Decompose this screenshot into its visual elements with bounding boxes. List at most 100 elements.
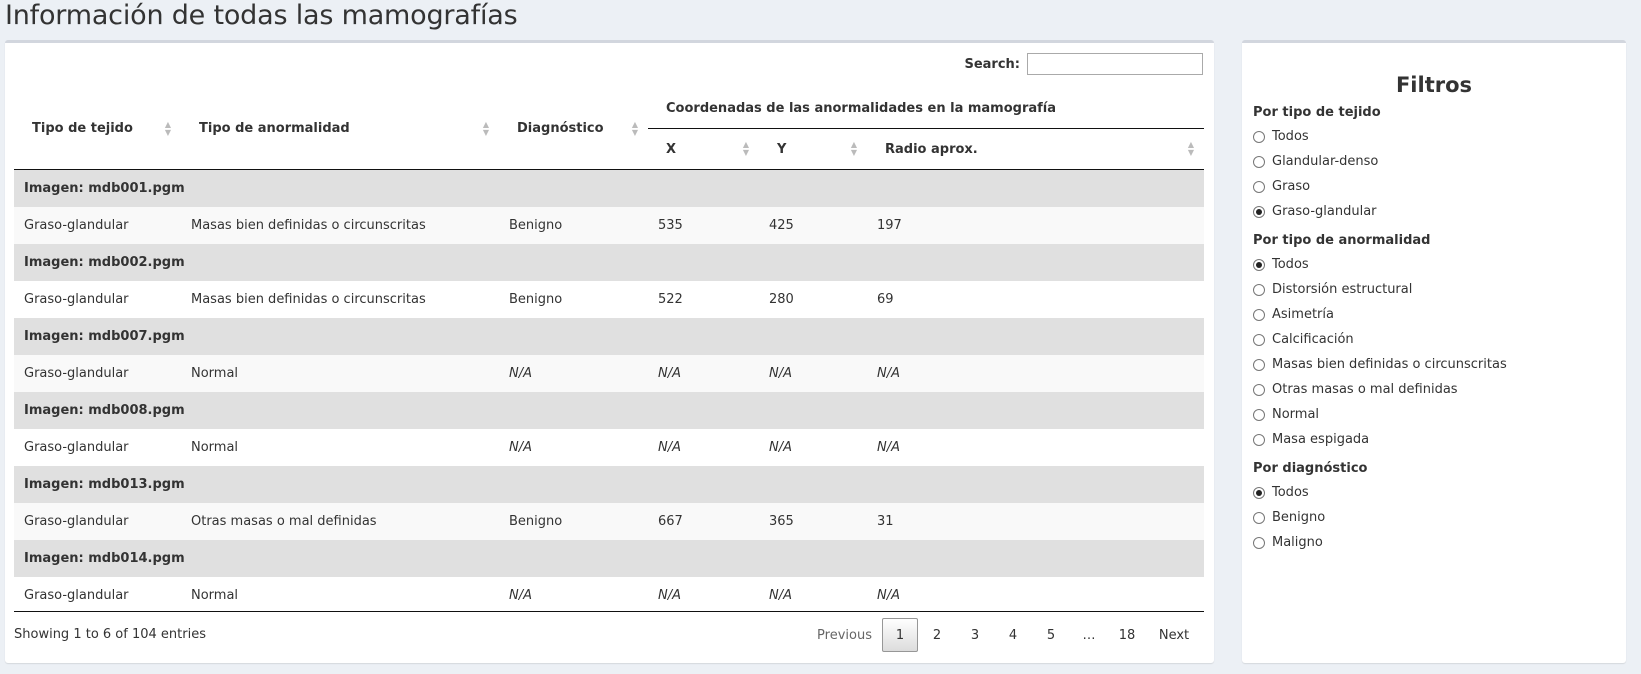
page-button-1[interactable]: 1 [882, 618, 918, 652]
radio-option[interactable]: Maligno [1253, 530, 1626, 555]
radio-option[interactable]: Masa espigada [1253, 427, 1626, 452]
filter-anormalidad-group: Por tipo de anormalidad Todos Distorsión e… [1253, 233, 1626, 452]
cell-x: N/A [648, 355, 759, 392]
cell-tejido: Graso-glandular [14, 429, 181, 466]
table-row[interactable]: Graso-glandular Normal N/A N/A N/A N/A [14, 355, 1204, 392]
cell-x: 522 [648, 281, 759, 318]
cell-diagnostico: N/A [499, 355, 648, 392]
radio-unchecked-icon[interactable] [1253, 358, 1265, 371]
cell-y: 280 [759, 281, 867, 318]
radio-option-label: Glandular-denso [1272, 154, 1379, 169]
table-row[interactable]: Graso-glandular Otras masas o mal definid… [14, 503, 1204, 540]
radio-option[interactable]: Todos [1253, 124, 1626, 149]
cell-radio: 69 [867, 281, 1204, 318]
page-button-2[interactable]: 2 [918, 618, 956, 652]
group-row: Imagen: mdb014.pgm [14, 540, 1204, 577]
page-button-18[interactable]: 18 [1108, 618, 1146, 652]
cell-tejido: Graso-glandular [14, 281, 181, 318]
radio-unchecked-icon[interactable] [1253, 130, 1265, 143]
cell-radio: N/A [867, 355, 1204, 392]
radio-option-label: Otras masas o mal definidas [1272, 382, 1458, 397]
page-button-4[interactable]: 4 [994, 618, 1032, 652]
mammography-table-panel: Search: Tipo de tejido ▲ ▼ Tipo de anorma… [5, 40, 1214, 663]
sort-icon: ▲ ▼ [850, 140, 857, 157]
group-row: Imagen: mdb002.pgm [14, 244, 1204, 281]
radio-option[interactable]: Distorsión estructural [1253, 277, 1626, 302]
group-image-label: Imagen: mdb007.pgm [14, 318, 1204, 355]
radio-unchecked-icon[interactable] [1253, 333, 1265, 346]
column-header-diagnostico[interactable]: Diagnóstico ▲ ▼ [499, 88, 648, 170]
radio-option-label: Benigno [1272, 510, 1326, 525]
radio-option[interactable]: Graso [1253, 174, 1626, 199]
filter-tejido-label: Por tipo de tejido [1253, 105, 1381, 120]
radio-option-label: Masas bien definidas o circunscritas [1272, 357, 1507, 372]
mammography-table: Tipo de tejido ▲ ▼ Tipo de anormalidad ▲ ▼… [14, 88, 1204, 614]
cell-diagnostico: N/A [499, 577, 648, 614]
filter-tejido-group: Por tipo de tejido Todos Glandular-denso Gr… [1253, 105, 1626, 224]
column-header-radio[interactable]: Radio aprox. ▲ ▼ [867, 128, 1204, 170]
search-input[interactable] [1027, 53, 1203, 75]
radio-option[interactable]: Graso-glandular [1253, 199, 1626, 224]
filter-anormalidad-label: Por tipo de anormalidad [1253, 233, 1431, 248]
radio-option[interactable]: Todos [1253, 252, 1626, 277]
cell-y: 365 [759, 503, 867, 540]
cell-tejido: Graso-glandular [14, 355, 181, 392]
column-header-x[interactable]: X ▲ ▼ [648, 128, 759, 170]
radio-checked-icon[interactable] [1253, 258, 1265, 271]
radio-unchecked-icon[interactable] [1253, 180, 1265, 193]
page-title: Información de todas las mamografías [5, 0, 518, 31]
radio-option-label: Graso [1272, 179, 1311, 194]
radio-option[interactable]: Benigno [1253, 505, 1626, 530]
group-row: Imagen: mdb007.pgm [14, 318, 1204, 355]
column-header-y[interactable]: Y ▲ ▼ [759, 128, 867, 170]
page-button-3[interactable]: 3 [956, 618, 994, 652]
radio-unchecked-icon[interactable] [1253, 383, 1265, 396]
radio-unchecked-icon[interactable] [1253, 408, 1265, 421]
table-row[interactable]: Graso-glandular Masas bien definidas o ci… [14, 281, 1204, 318]
radio-option-label: Masa espigada [1272, 432, 1370, 447]
column-header-tejido[interactable]: Tipo de tejido ▲ ▼ [14, 88, 181, 170]
radio-unchecked-icon[interactable] [1253, 536, 1265, 549]
cell-diagnostico: Benigno [499, 207, 648, 244]
radio-option[interactable]: Calcificación [1253, 327, 1626, 352]
cell-x: 667 [648, 503, 759, 540]
cell-anormalidad: Masas bien definidas o circunscritas [181, 207, 499, 244]
radio-option[interactable]: Otras masas o mal definidas [1253, 377, 1626, 402]
sort-icon: ▲ ▼ [742, 140, 749, 157]
radio-checked-icon[interactable] [1253, 205, 1265, 218]
page-button-5[interactable]: 5 [1032, 618, 1070, 652]
radio-option[interactable]: Masas bien definidas o circunscritas [1253, 352, 1626, 377]
search-label: Search: [964, 56, 1020, 72]
radio-option[interactable]: Asimetría [1253, 302, 1626, 327]
group-image-label: Imagen: mdb014.pgm [14, 540, 1204, 577]
search-area: Search: [964, 53, 1203, 75]
table-info: Showing 1 to 6 of 104 entries [14, 627, 206, 642]
radio-unchecked-icon[interactable] [1253, 511, 1265, 524]
table-body: Imagen: mdb001.pgm Graso-glandular Masas b… [14, 169, 1204, 614]
radio-unchecked-icon[interactable] [1253, 433, 1265, 446]
pagination-ellipsis: … [1082, 627, 1096, 643]
table-row[interactable]: Graso-glandular Masas bien definidas o ci… [14, 207, 1204, 244]
previous-button[interactable]: Previous [807, 618, 882, 652]
pagination: Previous 1 2 3 4 5 … 18 Next [807, 618, 1202, 652]
group-image-label: Imagen: mdb013.pgm [14, 466, 1204, 503]
radio-option-label: Normal [1272, 407, 1320, 422]
cell-y: N/A [759, 577, 867, 614]
cell-anormalidad: Otras masas o mal definidas [181, 503, 499, 540]
radio-checked-icon[interactable] [1253, 486, 1265, 499]
next-button[interactable]: Next [1146, 618, 1202, 652]
radio-option[interactable]: Todos [1253, 480, 1626, 505]
radio-option[interactable]: Glandular-denso [1253, 149, 1626, 174]
cell-x: N/A [648, 577, 759, 614]
group-image-label: Imagen: mdb001.pgm [14, 169, 1204, 207]
column-header-anormalidad[interactable]: Tipo de anormalidad ▲ ▼ [181, 88, 499, 170]
table-row[interactable]: Graso-glandular Normal N/A N/A N/A N/A [14, 577, 1204, 614]
cell-radio: 31 [867, 503, 1204, 540]
radio-option[interactable]: Normal [1253, 402, 1626, 427]
radio-unchecked-icon[interactable] [1253, 155, 1265, 168]
table-row[interactable]: Graso-glandular Normal N/A N/A N/A N/A [14, 429, 1204, 466]
radio-unchecked-icon[interactable] [1253, 283, 1265, 296]
radio-unchecked-icon[interactable] [1253, 308, 1265, 321]
cell-tejido: Graso-glandular [14, 577, 181, 614]
radio-option-label: Todos [1272, 129, 1309, 144]
